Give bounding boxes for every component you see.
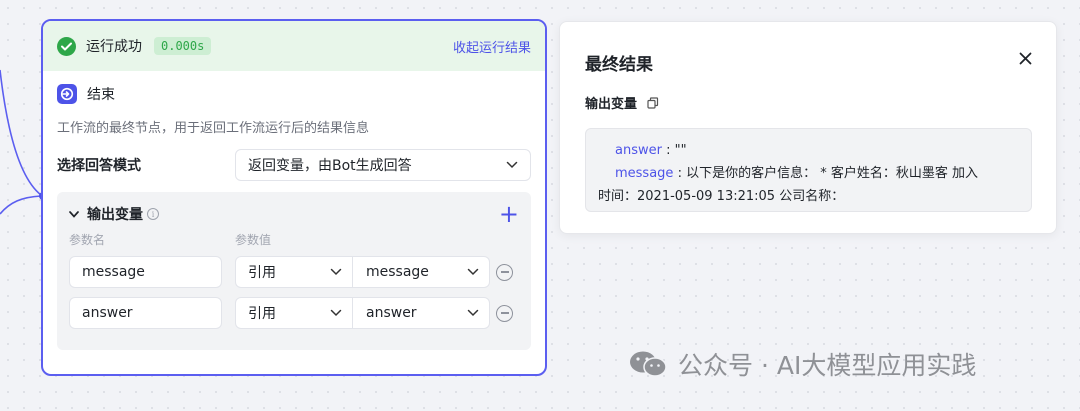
final-result-panel: 最终结果 输出变量 answer : "" message : 以下是你的客户信…	[559, 21, 1057, 234]
chevron-down-icon	[506, 161, 518, 169]
result-output-label: 输出变量	[585, 97, 638, 112]
copy-icon[interactable]	[647, 96, 659, 109]
watermark: 公众号 · AI大模型应用实践	[628, 346, 976, 382]
variable-row: answer 引用 answer	[69, 297, 519, 329]
add-variable-icon[interactable]: +	[499, 202, 519, 226]
answer-mode-row: 选择回答模式 返回变量，由Bot生成回答	[43, 136, 545, 181]
col-value-header: 参数值	[235, 232, 272, 247]
node-header: 结束	[43, 71, 545, 104]
message-key: message	[615, 166, 674, 181]
end-node-icon	[57, 84, 77, 104]
check-circle-icon	[57, 36, 76, 56]
end-node-card[interactable]: 运行成功 0.000s 收起运行结果 结束 工作流的最终节点，用于返回工作流运行…	[41, 19, 547, 376]
node-description: 工作流的最终节点，用于返回工作流运行后的结果信息	[57, 121, 370, 136]
run-status-bar: 运行成功 0.000s 收起运行结果	[43, 21, 545, 71]
answer-key: answer	[615, 143, 662, 158]
wechat-icon	[630, 351, 667, 377]
watermark-text: 公众号 · AI大模型应用实践	[678, 351, 977, 380]
param-name-input[interactable]: answer	[69, 297, 222, 329]
message-line-cont: 时间：2021-05-09 13:21:05 公司名称：	[598, 189, 845, 204]
param-name-input[interactable]: message	[69, 256, 222, 288]
chevron-down-icon	[330, 309, 342, 317]
answer-mode-value: 返回变量，由Bot生成回答	[248, 158, 412, 174]
output-variables-title: 输出变量	[87, 207, 143, 223]
status-time-badge: 0.000s	[154, 37, 212, 55]
param-type-value: 引用	[248, 265, 276, 281]
message-value: : 以下是你的客户信息： * 客户姓名：秋山墨客 加入	[673, 166, 978, 181]
answer-line: answer : ""	[598, 139, 1019, 162]
result-title: 最终结果	[585, 55, 653, 75]
info-icon[interactable]: i	[147, 208, 159, 220]
remove-variable-icon[interactable]	[496, 304, 513, 322]
collapse-chevron-icon[interactable]	[69, 210, 79, 218]
close-icon[interactable]	[1019, 52, 1032, 65]
remove-variable-icon[interactable]	[496, 263, 513, 281]
param-ref-value: answer	[366, 305, 417, 321]
param-ref-select[interactable]: answer	[353, 297, 490, 329]
param-ref-value: message	[366, 264, 429, 280]
answer-mode-label: 选择回答模式	[57, 158, 141, 174]
chevron-down-icon	[330, 268, 342, 276]
answer-value: : ""	[661, 143, 687, 158]
chevron-down-icon	[467, 309, 479, 317]
param-type-value: 引用	[248, 306, 276, 322]
param-type-select[interactable]: 引用	[235, 297, 353, 329]
answer-mode-select[interactable]: 返回变量，由Bot生成回答	[235, 149, 531, 181]
column-headers: 参数名 参数值	[69, 229, 519, 249]
result-output-box: answer : "" message : 以下是你的客户信息： * 客户姓名：…	[585, 128, 1032, 212]
collapse-results-link[interactable]: 收起运行结果	[453, 37, 531, 56]
param-type-select[interactable]: 引用	[235, 256, 353, 288]
message-line: message : 以下是你的客户信息： * 客户姓名：秋山墨客 加入	[598, 162, 1019, 185]
chevron-down-icon	[467, 268, 479, 276]
output-variables-section: 输出变量 i + 参数名 参数值 message 引用 message answ…	[57, 192, 531, 350]
param-ref-select[interactable]: message	[353, 256, 490, 288]
node-title: 结束	[87, 87, 115, 103]
status-label: 运行成功	[86, 39, 142, 55]
col-name-header: 参数名	[69, 232, 106, 247]
variable-row: message 引用 message	[69, 256, 519, 288]
